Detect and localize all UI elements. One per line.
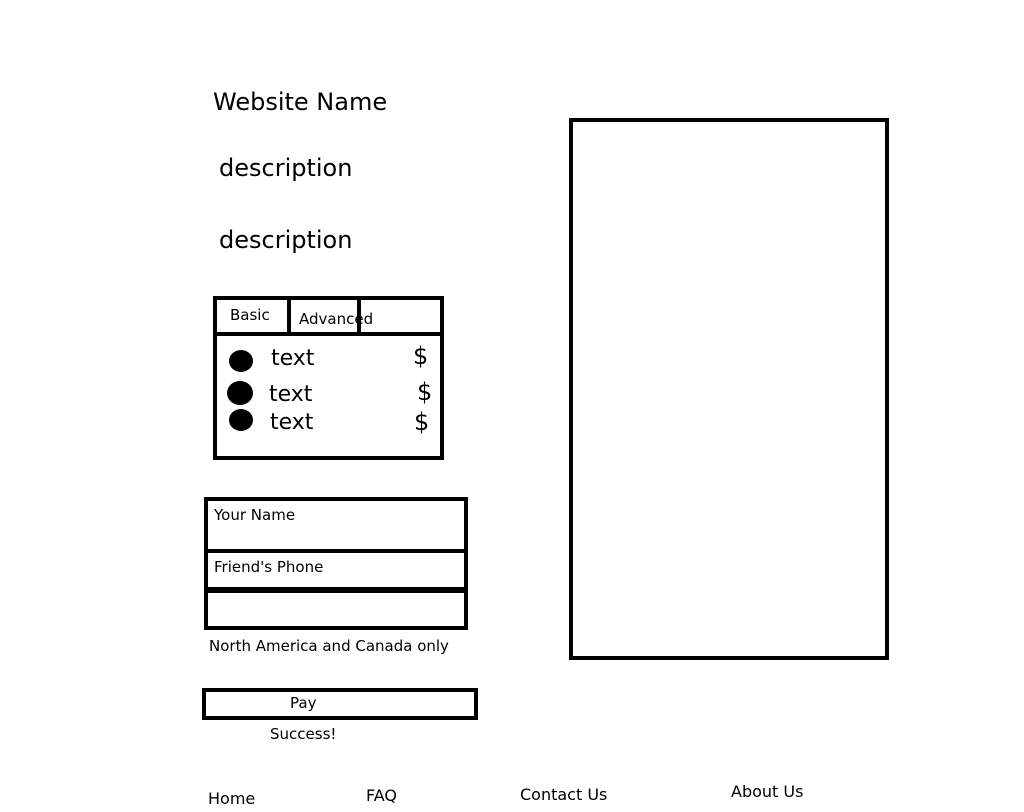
nav-faq-link[interactable]: FAQ xyxy=(366,786,397,805)
description-2: description xyxy=(219,226,353,254)
image-placeholder xyxy=(569,118,889,660)
plan-tabs-panel: Basic Advanced text $ text $ text $ xyxy=(213,296,444,460)
tab-bar: Basic Advanced xyxy=(217,296,444,336)
plan-option-1[interactable]: text $ xyxy=(229,342,439,376)
status-message: Success! xyxy=(270,725,337,743)
plan-option-price: $ xyxy=(413,342,429,370)
plan-option-label: text xyxy=(271,346,315,371)
radio-dot-icon[interactable] xyxy=(227,381,253,405)
extra-input-field[interactable] xyxy=(204,589,468,630)
description-1: description xyxy=(219,154,353,182)
plan-option-price: $ xyxy=(414,408,430,436)
plan-option-3[interactable]: text $ xyxy=(229,408,439,439)
pay-button-label: Pay xyxy=(290,694,317,712)
nav-home-link[interactable]: Home xyxy=(208,789,255,808)
plan-option-label: text xyxy=(270,410,314,435)
pay-button[interactable]: Pay xyxy=(202,688,478,720)
radio-dot-icon[interactable] xyxy=(229,350,253,372)
plan-option-price: $ xyxy=(417,378,433,406)
site-name: Website Name xyxy=(213,88,388,116)
friends-phone-field[interactable]: Friend's Phone xyxy=(204,549,468,591)
plan-option-2[interactable]: text $ xyxy=(227,378,439,410)
tab-bar-filler xyxy=(361,300,444,332)
tab-advanced[interactable]: Advanced xyxy=(291,296,373,332)
your-name-field[interactable]: Your Name xyxy=(204,497,468,553)
radio-dot-icon[interactable] xyxy=(229,409,253,431)
region-note: North America and Canada only xyxy=(209,637,449,655)
nav-contact-link[interactable]: Contact Us xyxy=(520,785,607,804)
tab-basic[interactable]: Basic xyxy=(217,300,291,332)
plan-option-label: text xyxy=(269,382,313,407)
nav-about-link[interactable]: About Us xyxy=(731,782,803,801)
